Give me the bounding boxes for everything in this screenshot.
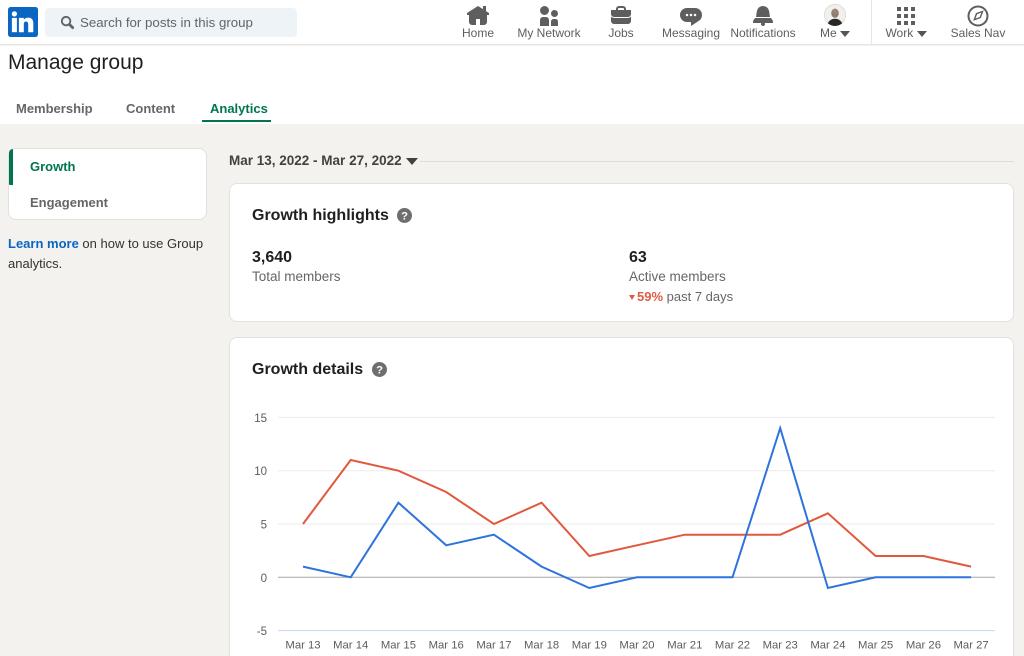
svg-text:Mar 21: Mar 21	[667, 640, 702, 652]
svg-text:0: 0	[261, 573, 267, 585]
svg-text:Mar 13: Mar 13	[285, 640, 320, 652]
svg-text:Mar 22: Mar 22	[715, 640, 750, 652]
svg-text:Mar 23: Mar 23	[763, 640, 798, 652]
svg-text:Mar 18: Mar 18	[524, 640, 559, 652]
svg-text:Mar 19: Mar 19	[572, 640, 607, 652]
svg-text:10: 10	[254, 466, 267, 478]
svg-text:-5: -5	[257, 626, 267, 638]
svg-text:Mar 27: Mar 27	[954, 640, 989, 652]
svg-text:Mar 17: Mar 17	[476, 640, 511, 652]
svg-text:Mar 26: Mar 26	[906, 640, 941, 652]
svg-text:Mar 16: Mar 16	[429, 640, 464, 652]
svg-text:Mar 20: Mar 20	[619, 640, 654, 652]
svg-text:Mar 15: Mar 15	[381, 640, 416, 652]
svg-text:5: 5	[261, 520, 267, 532]
svg-text:Mar 24: Mar 24	[810, 640, 845, 652]
svg-text:Mar 25: Mar 25	[858, 640, 893, 652]
svg-text:15: 15	[254, 413, 267, 425]
svg-text:Mar 14: Mar 14	[333, 640, 368, 652]
svg-text:?: ?	[401, 210, 408, 222]
